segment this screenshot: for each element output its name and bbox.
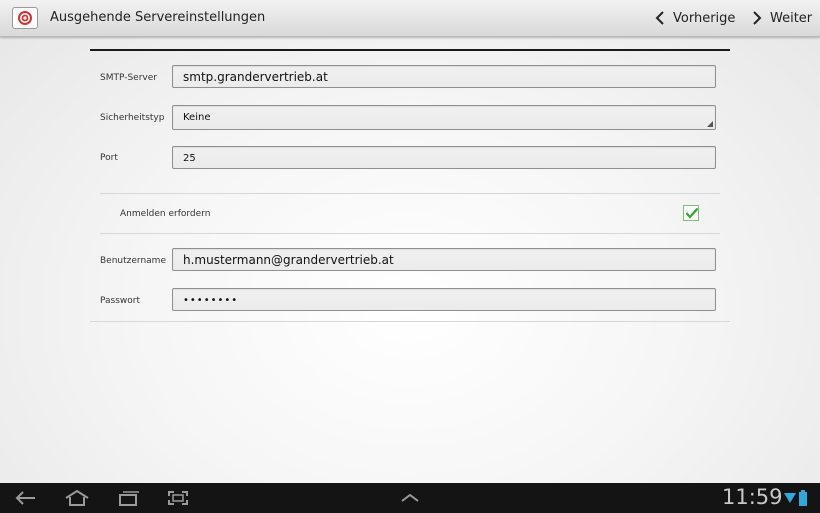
chevron-left-icon (655, 11, 664, 25)
previous-button[interactable]: Vorherige (655, 0, 735, 36)
form-bottom-divider (90, 321, 730, 322)
next-button[interactable]: Weiter (752, 0, 812, 36)
password-input[interactable]: •••••••• (172, 288, 716, 311)
password-label: Passwort (100, 296, 141, 306)
next-label: Weiter (770, 10, 813, 26)
port-input[interactable]: 25 (172, 146, 716, 169)
section-divider (100, 233, 720, 234)
back-icon[interactable] (12, 483, 40, 513)
smtp-server-input[interactable]: smtp.grandervertrieb.at (172, 65, 716, 88)
username-input[interactable]: h.mustermann@grandervertrieb.at (172, 248, 716, 271)
wifi-icon (784, 483, 796, 513)
email-app-icon[interactable] (12, 7, 38, 29)
port-label: Port (100, 153, 118, 163)
section-divider (100, 193, 720, 194)
chevron-right-icon (753, 11, 762, 25)
clock: 11:59 (722, 485, 783, 509)
screenshot-icon[interactable] (165, 483, 191, 513)
form-top-divider (90, 49, 730, 51)
security-type-spinner[interactable]: Keine (172, 105, 716, 130)
username-label: Benutzername (100, 256, 166, 266)
security-type-label: Sicherheitstyp (100, 113, 165, 123)
up-arrow-icon[interactable] (398, 483, 422, 513)
previous-label: Vorherige (673, 10, 736, 26)
security-type-value: Keine (183, 112, 211, 123)
battery-icon (798, 483, 808, 513)
system-bar: 11:59 (0, 483, 820, 513)
home-icon[interactable] (62, 483, 92, 513)
smtp-server-label: SMTP-Server (100, 73, 157, 83)
action-bar: Ausgehende Servereinstellungen Vorherige… (0, 0, 820, 37)
login-required-checkbox[interactable] (683, 205, 699, 221)
checkmark-icon (685, 207, 699, 219)
login-required-label: Anmelden erfordern (120, 209, 211, 219)
page-title: Ausgehende Servereinstellungen (50, 10, 266, 25)
recent-apps-icon[interactable] (116, 483, 142, 513)
spinner-arrow-icon (707, 121, 713, 127)
